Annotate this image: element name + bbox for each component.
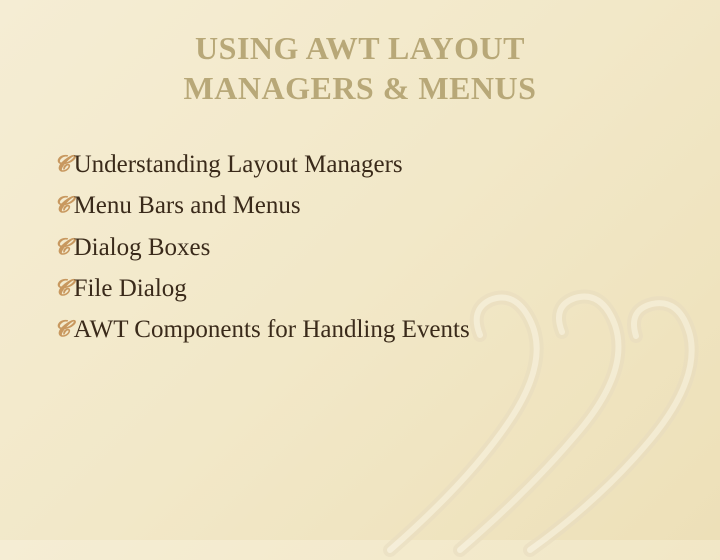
bullet-text: Dialog Boxes	[74, 227, 211, 268]
curl-bullet-icon: 𝓒	[54, 185, 70, 225]
bullet-text: AWT Components for Handling Events	[74, 309, 470, 350]
curl-bullet-icon: 𝓒	[54, 144, 70, 184]
list-item: 𝓒 Menu Bars and Menus	[54, 185, 670, 226]
list-item: 𝓒 File Dialog	[54, 268, 670, 309]
bullet-list: 𝓒 Understanding Layout Managers 𝓒 Menu B…	[50, 144, 670, 350]
slide: USING AWT LAYOUT MANAGERS & MENUS 𝓒 Unde…	[0, 0, 720, 540]
title-line-2: MANAGERS & MENUS	[184, 70, 537, 106]
bullet-text: File Dialog	[74, 268, 187, 309]
list-item: 𝓒 Dialog Boxes	[54, 227, 670, 268]
curl-bullet-icon: 𝓒	[54, 227, 70, 267]
title-line-1: USING AWT LAYOUT	[195, 30, 525, 66]
list-item: 𝓒 Understanding Layout Managers	[54, 144, 670, 185]
slide-title: USING AWT LAYOUT MANAGERS & MENUS	[50, 28, 670, 108]
bullet-text: Understanding Layout Managers	[74, 144, 403, 185]
curl-bullet-icon: 𝓒	[54, 268, 70, 308]
bullet-text: Menu Bars and Menus	[74, 185, 301, 226]
curl-bullet-icon: 𝓒	[54, 309, 70, 349]
list-item: 𝓒 AWT Components for Handling Events	[54, 309, 670, 350]
